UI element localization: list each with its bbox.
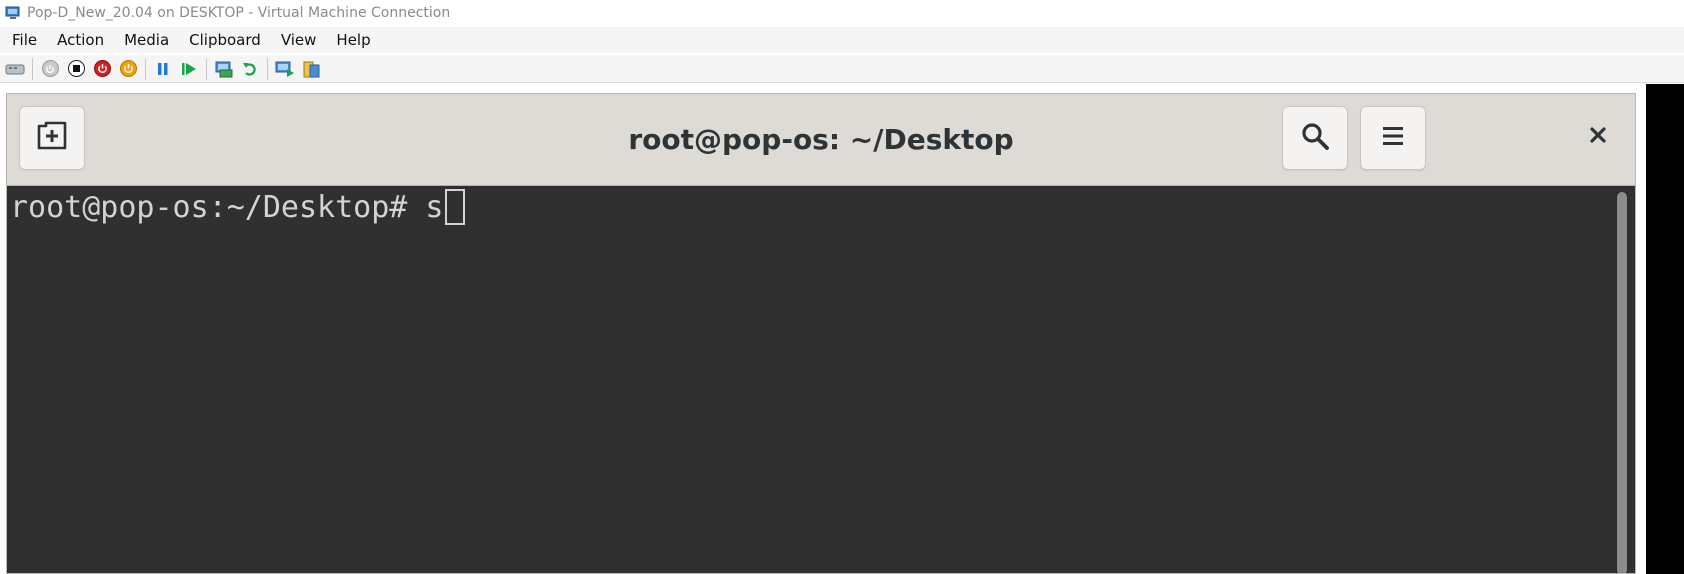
menu-view[interactable]: View xyxy=(271,27,327,53)
enhanced-session-icon[interactable] xyxy=(274,58,296,80)
terminal-header-bar: root@pop-os: ~/Desktop xyxy=(7,94,1635,186)
search-icon xyxy=(1300,121,1330,156)
command-input: s xyxy=(425,190,444,225)
menu-bar: File Action Media Clipboard View Help xyxy=(0,27,1684,53)
toolbar-separator xyxy=(32,57,33,80)
terminal-scrollbar[interactable] xyxy=(1616,192,1628,573)
shut-down-icon[interactable] xyxy=(91,58,113,80)
text-cursor xyxy=(445,188,466,225)
save-icon[interactable] xyxy=(117,58,139,80)
command-line: root@pop-os:~/Desktop# s xyxy=(10,188,466,228)
toolbar-separator xyxy=(206,57,207,80)
toolbar xyxy=(0,55,1684,83)
new-tab-button[interactable] xyxy=(19,106,85,170)
menu-button[interactable] xyxy=(1360,106,1426,170)
terminal-window: root@pop-os: ~/Desktop root@pop-os:~/Des… xyxy=(6,93,1636,574)
share-icon[interactable] xyxy=(300,58,322,80)
shell-prompt: root@pop-os:~/Desktop# xyxy=(10,190,426,225)
scrollbar-thumb[interactable] xyxy=(1617,192,1627,573)
close-button[interactable] xyxy=(1583,122,1613,152)
toolbar-separator xyxy=(145,57,146,80)
menu-action[interactable]: Action xyxy=(47,27,114,53)
new-tab-icon xyxy=(35,121,69,156)
menu-media[interactable]: Media xyxy=(114,27,179,53)
vm-display-border xyxy=(1646,84,1684,574)
host-title-bar: Pop-D_New_20.04 on DESKTOP - Virtual Mac… xyxy=(0,0,1684,25)
ctrl-alt-del-icon[interactable] xyxy=(4,58,26,80)
search-button[interactable] xyxy=(1282,106,1348,170)
toolbar-separator xyxy=(267,57,268,80)
menu-file[interactable]: File xyxy=(0,27,47,53)
vm-connection-icon xyxy=(5,5,21,21)
start-icon[interactable] xyxy=(39,58,61,80)
window-title: Pop-D_New_20.04 on DESKTOP - Virtual Mac… xyxy=(27,4,451,21)
resume-icon[interactable] xyxy=(178,58,200,80)
checkpoint-icon[interactable] xyxy=(213,58,235,80)
close-icon xyxy=(1588,125,1608,150)
terminal-area[interactable]: root@pop-os:~/Desktop# s xyxy=(7,186,1635,573)
revert-icon[interactable] xyxy=(239,58,261,80)
menu-help[interactable]: Help xyxy=(326,27,380,53)
menu-clipboard[interactable]: Clipboard xyxy=(179,27,271,53)
turn-off-icon[interactable] xyxy=(65,58,87,80)
pause-icon[interactable] xyxy=(152,58,174,80)
hamburger-menu-icon xyxy=(1381,125,1405,152)
